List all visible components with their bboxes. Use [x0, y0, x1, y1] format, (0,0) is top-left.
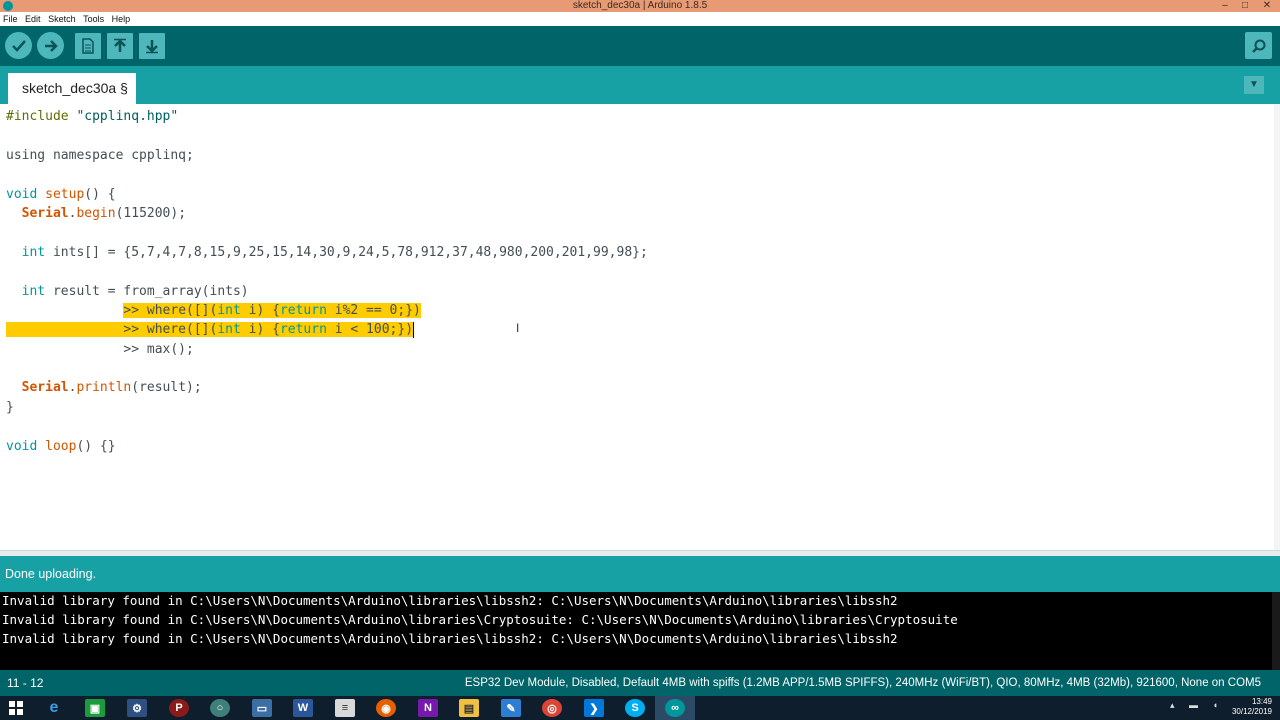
close-button[interactable]: ✕: [1258, 0, 1276, 12]
code-line[interactable]: [6, 126, 648, 145]
minimize-button[interactable]: –: [1216, 0, 1234, 12]
onenote-icon[interactable]: N: [418, 699, 438, 717]
chrome-icon[interactable]: ◎: [542, 699, 562, 717]
code-line[interactable]: [6, 359, 648, 378]
console-scrollbar[interactable]: [1272, 592, 1280, 670]
console-line: Invalid library found in C:\Users\N\Docu…: [2, 631, 898, 646]
code-line[interactable]: [6, 417, 648, 436]
window-title: sketch_dec30a | Arduino 1.8.5: [572, 0, 708, 11]
arrow-down-icon: [146, 40, 158, 54]
store-icon[interactable]: ▣: [85, 699, 105, 717]
notepad-icon[interactable]: ≡: [335, 699, 355, 717]
explorer-icon[interactable]: ▤: [459, 699, 479, 717]
menu-tools[interactable]: Tools: [83, 12, 104, 26]
code-line[interactable]: }: [6, 398, 648, 417]
status-message: Done uploading.: [5, 567, 97, 581]
code-line[interactable]: int ints[] = {5,7,4,7,8,15,9,25,15,14,30…: [6, 243, 648, 262]
save-button[interactable]: [139, 33, 165, 59]
toolbar: [0, 26, 1280, 66]
maximize-button[interactable]: □: [1236, 0, 1254, 12]
pdf-icon[interactable]: P: [169, 699, 189, 717]
code-line[interactable]: [6, 165, 648, 184]
menu-edit[interactable]: Edit: [25, 12, 41, 26]
code-line[interactable]: Serial.begin(115200);: [6, 204, 648, 223]
code-line[interactable]: void setup() {: [6, 185, 648, 204]
start-icon[interactable]: [6, 699, 26, 717]
tray-time: 13:49: [1251, 697, 1272, 706]
chrome-alt-icon[interactable]: ○: [210, 699, 230, 717]
menu-bar: File Edit Sketch Tools Help: [0, 12, 1280, 26]
triangle-down-icon: ▼: [1249, 79, 1259, 90]
tray-date: 30/12/2019: [1231, 707, 1272, 716]
firefox-icon[interactable]: ◉: [376, 699, 396, 717]
serial-monitor-button[interactable]: [1245, 32, 1272, 59]
console-line: Invalid library found in C:\Users\N\Docu…: [2, 612, 958, 627]
code-line[interactable]: >> where([](int i) {return i%2 == 0;}): [6, 301, 648, 320]
editor-scrollbar[interactable]: [1274, 104, 1280, 550]
edge-icon[interactable]: e: [44, 699, 64, 717]
code-line[interactable]: using namespace cpplinq;: [6, 146, 648, 165]
code-area[interactable]: #include "cpplinq.hpp" using namespace cp…: [6, 107, 648, 456]
console-line: Invalid library found in C:\Users\N\Docu…: [2, 593, 898, 608]
board-info-bar: 11 - 12 ESP32 Dev Module, Disabled, Defa…: [0, 670, 1280, 696]
code-editor[interactable]: #include "cpplinq.hpp" using namespace cp…: [0, 104, 1280, 550]
menu-help[interactable]: Help: [112, 12, 131, 26]
tray-icons[interactable]: ▴ ▬ ◖: [1170, 700, 1224, 711]
menu-file[interactable]: File: [3, 12, 18, 26]
tab-sketch[interactable]: sketch_dec30a §: [8, 73, 136, 104]
arrow-up-icon: [114, 38, 126, 52]
upload-button[interactable]: [37, 32, 64, 59]
new-file-icon: [82, 38, 94, 54]
new-sketch-button[interactable]: [75, 33, 101, 59]
code-line[interactable]: void loop() {}: [6, 437, 648, 456]
vs-tools-icon[interactable]: ✎: [501, 699, 521, 717]
open-button[interactable]: [107, 33, 133, 59]
code-line[interactable]: [6, 223, 648, 242]
code-line[interactable]: [6, 262, 648, 281]
word-icon[interactable]: W: [293, 699, 313, 717]
code-line[interactable]: Serial.println(result);: [6, 378, 648, 397]
settings-icon[interactable]: ⚙: [127, 699, 147, 717]
board-config: ESP32 Dev Module, Disabled, Default 4MB …: [464, 677, 1261, 689]
console-output[interactable]: Invalid library found in C:\Users\N\Docu…: [0, 592, 1280, 670]
taskbar: e ▣ ⚙ P ○ ▭ W ≡ ◉ N ▤ ✎ ◎ ❯ S ∞ ▴ ▬ ◖ 13…: [0, 696, 1280, 720]
code-line[interactable]: >> max();: [6, 340, 648, 359]
tabs-bar: sketch_dec30a § ▼: [0, 66, 1280, 104]
tray-clock[interactable]: 13:49 30/12/2019: [1232, 697, 1272, 717]
line-position: 11 - 12: [7, 676, 44, 690]
arrow-right-icon: [44, 39, 58, 52]
code-line[interactable]: >> where([](int i) {return i < 100;}): [6, 320, 648, 339]
code-line[interactable]: #include "cpplinq.hpp": [6, 107, 648, 126]
arduino-icon[interactable]: ∞: [665, 699, 685, 717]
title-bar: sketch_dec30a | Arduino 1.8.5 – □ ✕: [0, 0, 1280, 12]
status-bar: Done uploading.: [0, 556, 1280, 592]
skype-icon[interactable]: S: [625, 699, 645, 717]
photos-icon[interactable]: ▭: [252, 699, 272, 717]
check-icon: [11, 39, 26, 52]
tab-menu-button[interactable]: ▼: [1244, 76, 1264, 94]
verify-button[interactable]: [5, 32, 32, 59]
code-line[interactable]: int result = from_array(ints): [6, 282, 648, 301]
text-cursor-icon: I: [516, 321, 520, 335]
menu-sketch[interactable]: Sketch: [48, 12, 76, 26]
vscode-icon[interactable]: ❯: [584, 699, 604, 717]
text-caret: [413, 321, 415, 338]
magnifier-icon: [1251, 39, 1265, 53]
